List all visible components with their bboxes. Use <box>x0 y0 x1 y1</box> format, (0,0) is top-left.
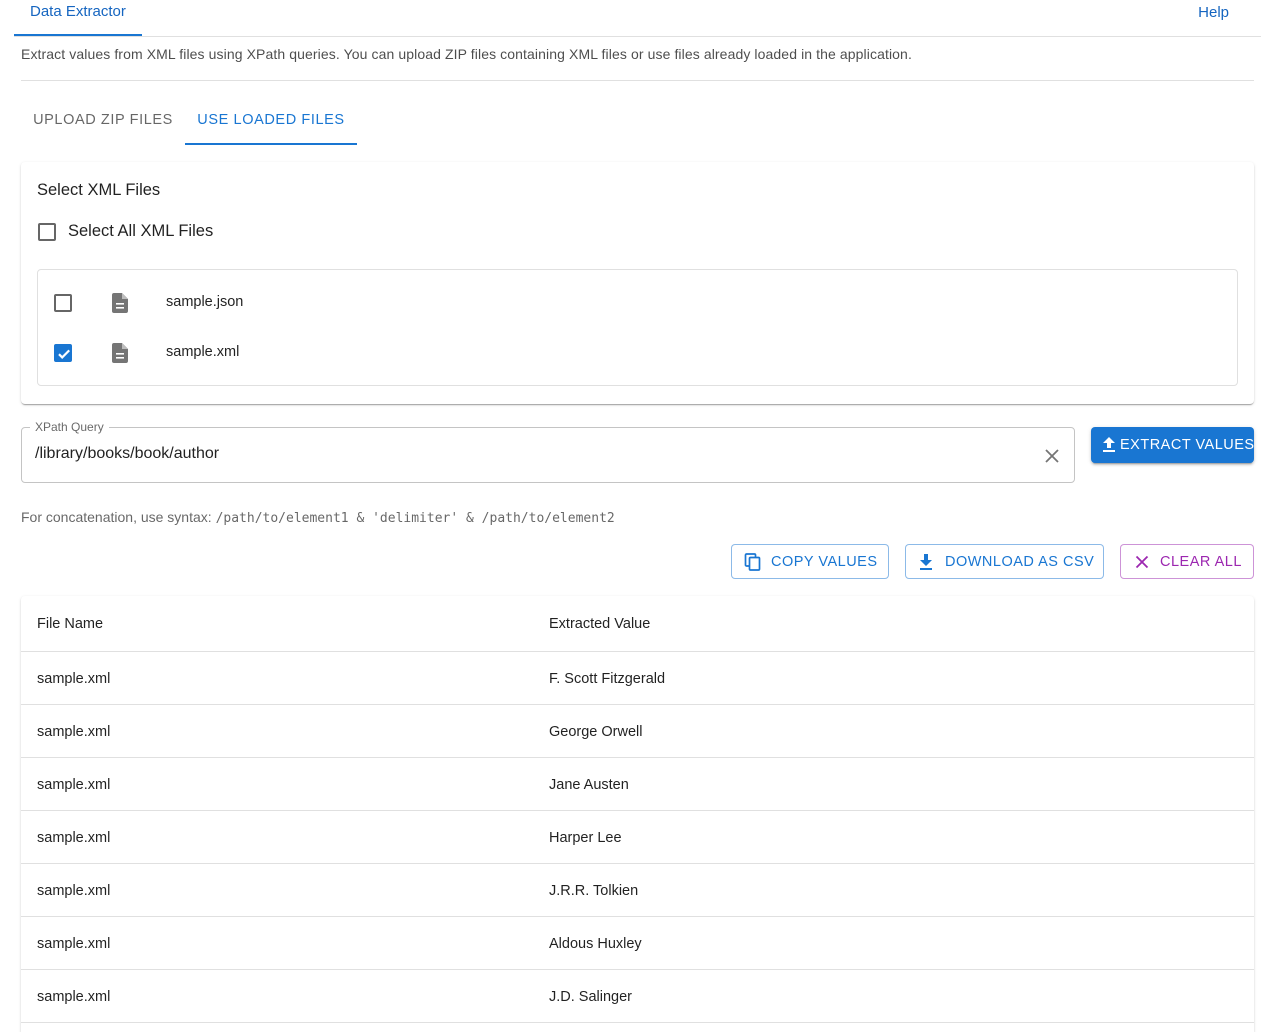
table-header: File Name Extracted Value <box>21 596 1254 652</box>
close-icon <box>1133 553 1151 575</box>
results-table: File Name Extracted Value sample.xml F. … <box>21 596 1254 1032</box>
card-title: Select XML Files <box>37 181 161 199</box>
copy-values-button[interactable]: COPY VALUES <box>731 544 889 579</box>
file-checkbox[interactable] <box>54 294 72 312</box>
cell-file-name: sample.xml <box>37 724 111 740</box>
table-row: sample.xml George Orwell <box>21 705 1254 758</box>
cell-extracted-value: J.R.R. Tolkien <box>549 883 639 899</box>
help-link[interactable]: Help <box>1198 4 1229 21</box>
cell-extracted-value: F. Scott Fitzgerald <box>549 671 666 687</box>
file-name: sample.json <box>166 294 244 310</box>
cell-extracted-value: Jane Austen <box>549 777 629 793</box>
tab-use-loaded-files[interactable]: USE LOADED FILES <box>185 96 357 145</box>
cell-file-name: sample.xml <box>37 989 111 1005</box>
clear-icon[interactable] <box>1042 446 1062 466</box>
download-icon <box>918 553 934 575</box>
clear-all-label: CLEAR ALL <box>1160 554 1242 570</box>
hint-prefix: For concatenation, use syntax: <box>21 509 216 525</box>
tab-upload-zip-files[interactable]: UPLOAD ZIP FILES <box>21 96 185 145</box>
download-csv-label: DOWNLOAD AS CSV <box>945 554 1095 570</box>
copy-values-label: COPY VALUES <box>771 554 878 570</box>
select-all-label: Select All XML Files <box>68 222 214 240</box>
cell-file-name: sample.xml <box>37 830 111 846</box>
cell-extracted-value: J.D. Salinger <box>549 989 633 1005</box>
cell-extracted-value: Harper Lee <box>549 830 622 846</box>
copy-icon <box>744 553 762 575</box>
file-list-item[interactable]: sample.json <box>38 278 1237 328</box>
file-list: sample.json sample.xml <box>37 269 1238 386</box>
table-row: sample.xml J.R.R. Tolkien <box>21 864 1254 917</box>
extract-values-button[interactable]: EXTRACT VALUES <box>1091 427 1254 463</box>
concatenation-hint: For concatenation, use syntax: /path/to/… <box>21 509 615 526</box>
table-row: sample.xml Aldous Huxley <box>21 917 1254 970</box>
document-icon <box>112 293 128 318</box>
file-name: sample.xml <box>166 344 240 360</box>
select-all-checkbox[interactable] <box>38 223 56 241</box>
cell-file-name: sample.xml <box>37 777 111 793</box>
hint-syntax: /path/to/element1 & 'delimiter' & /path/… <box>215 511 615 526</box>
file-checkbox-checked[interactable] <box>54 344 72 362</box>
table-row: sample.xml J.D. Salinger <box>21 970 1254 1023</box>
page-description: Extract values from XML files using XPat… <box>21 46 912 62</box>
cell-file-name: sample.xml <box>37 883 111 899</box>
upload-icon <box>1101 436 1117 458</box>
file-selection-card: Select XML Files Select All XML Files sa… <box>21 162 1254 404</box>
extract-values-label: EXTRACT VALUES <box>1120 437 1255 453</box>
table-row: sample.xml Harper Lee <box>21 811 1254 864</box>
table-row: sample.xml Jane Austen <box>21 758 1254 811</box>
download-csv-button[interactable]: DOWNLOAD AS CSV <box>905 544 1104 579</box>
cell-extracted-value: Aldous Huxley <box>549 936 642 952</box>
clear-all-button[interactable]: CLEAR ALL <box>1120 544 1254 579</box>
column-header-file-name: File Name <box>37 616 104 632</box>
divider <box>21 80 1254 81</box>
file-list-item[interactable]: sample.xml <box>38 328 1237 378</box>
document-icon <box>112 343 128 368</box>
app-tab-bar: Data Extractor Help <box>14 0 1261 37</box>
tab-data-extractor[interactable]: Data Extractor <box>14 0 142 36</box>
cell-extracted-value: George Orwell <box>549 724 643 740</box>
xpath-query-field[interactable]: XPath Query <box>21 420 1075 483</box>
column-header-extracted-value: Extracted Value <box>549 616 651 632</box>
cell-file-name: sample.xml <box>37 671 111 687</box>
xpath-query-label: XPath Query <box>30 420 109 434</box>
cell-file-name: sample.xml <box>37 936 111 952</box>
xpath-query-input[interactable] <box>35 445 1015 463</box>
table-row: sample.xml F. Scott Fitzgerald <box>21 652 1254 705</box>
